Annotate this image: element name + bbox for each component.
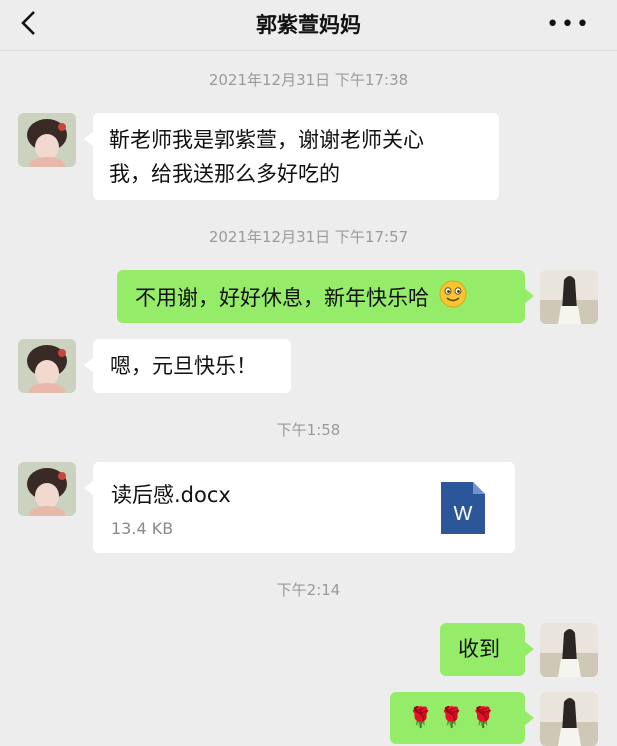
svg-text:W: W [454,503,473,525]
timestamp: 2021年12月31日 下午17:57 [208,228,409,246]
outgoing-message[interactable]: 不用谢，好好休息，新年快乐哈 [117,270,534,323]
incoming-message[interactable]: 嗯，元旦快乐！ [84,339,291,393]
more-options-icon[interactable]: ••• [546,12,591,37]
file-name: 读后感.docx [111,483,231,507]
my-avatar[interactable] [540,623,598,677]
my-avatar[interactable] [540,270,598,324]
message-text: 不用谢，好好休息，新年快乐哈 [135,286,429,310]
contact-avatar[interactable] [18,339,76,393]
message-text: 我，给我送那么多好吃的 [109,162,340,186]
message-text: 嗯，元旦快乐！ [110,354,257,378]
timestamp: 2021年12月31日 下午17:38 [208,71,409,89]
file-size: 13.4 KB [111,519,174,538]
timestamp: 下午1:58 [276,421,341,439]
file-message[interactable]: 读后感.docx 13.4 KB W [84,462,515,553]
contact-avatar[interactable] [18,462,76,516]
outgoing-message[interactable]: 🌹 🌹 🌹 [390,692,534,744]
smiley-icon [438,279,468,319]
chat-header: 郭紫萱妈妈 ••• [0,0,617,51]
rose-emoji-message: 🌹 🌹 🌹 [408,705,496,729]
message-text: 靳老师我是郭紫萱，谢谢老师关心 [109,128,424,152]
my-avatar[interactable] [540,692,598,746]
timestamp: 下午2:14 [276,581,341,599]
word-doc-icon: W [441,482,485,534]
incoming-message[interactable]: 靳老师我是郭紫萱，谢谢老师关心 我，给我送那么多好吃的 [84,113,499,200]
chat-title: 郭紫萱妈妈 [256,13,361,37]
outgoing-message[interactable]: 收到 [440,623,534,676]
contact-avatar[interactable] [18,113,76,167]
message-text: 收到 [458,637,500,661]
